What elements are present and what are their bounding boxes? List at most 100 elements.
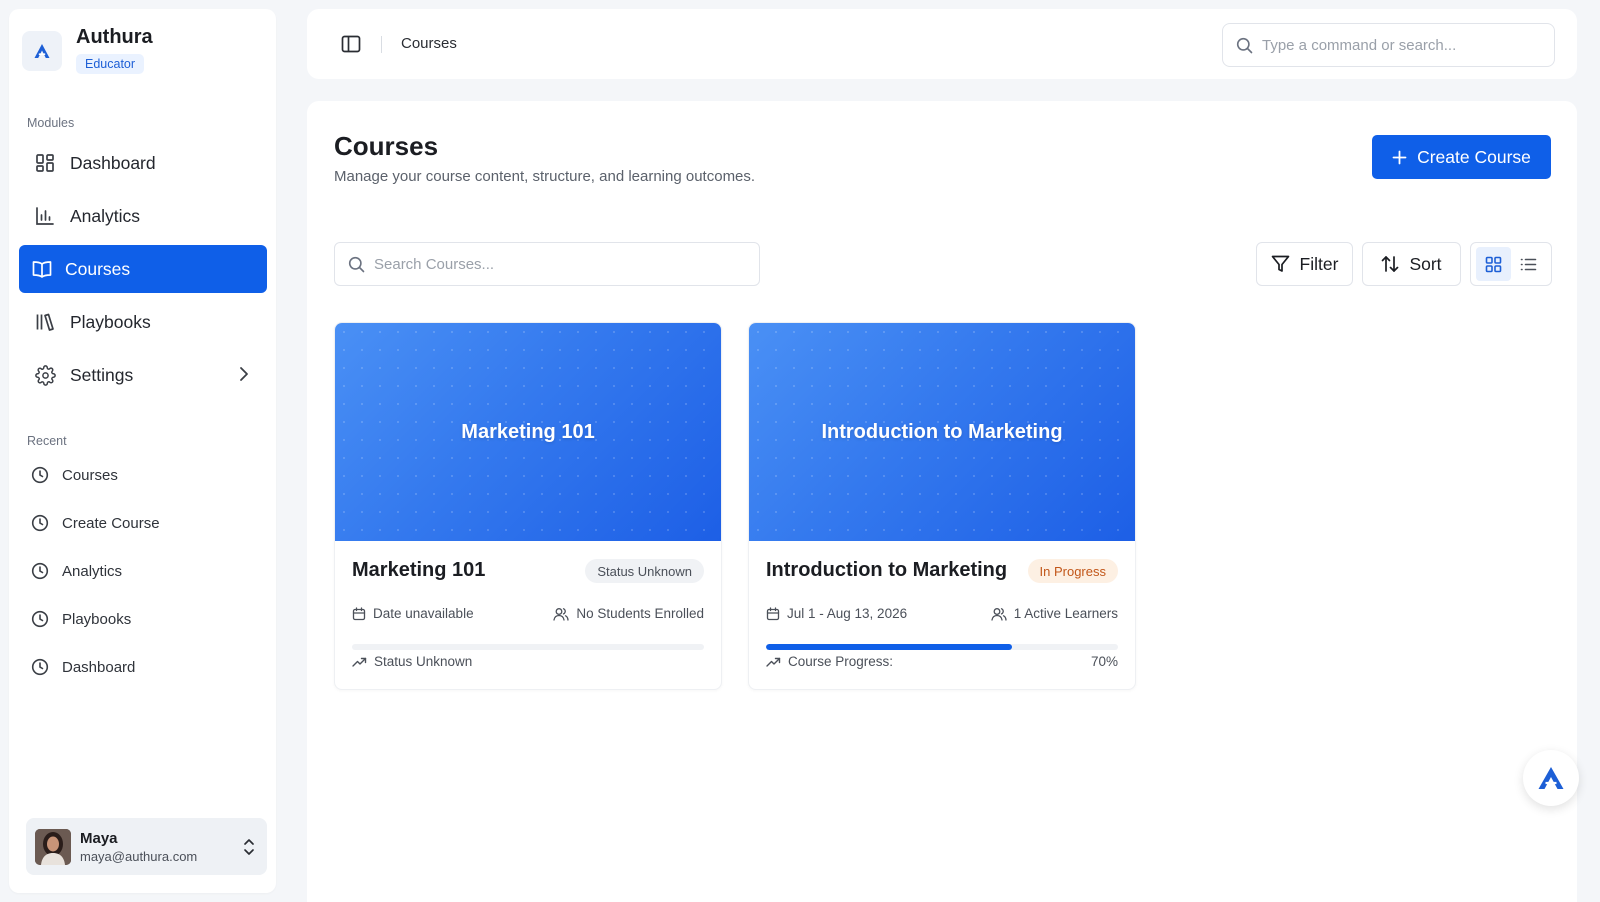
sidebar-item-courses[interactable]: Courses (19, 245, 267, 293)
user-menu[interactable]: Maya maya@authura.com (26, 818, 267, 875)
user-name: Maya (80, 829, 118, 847)
progress-fill (766, 644, 1013, 650)
brand[interactable]: Authura Educator (22, 24, 153, 74)
search-icon (348, 256, 365, 273)
sort-label: Sort (1409, 253, 1442, 274)
course-progress-value: 70% (1090, 654, 1118, 669)
recent-item-label: Dashboard (62, 658, 136, 676)
clock-icon (31, 466, 49, 484)
clock-icon (31, 562, 49, 580)
recent-item-courses[interactable]: Courses (21, 451, 269, 499)
course-students: 1 Active Learners (991, 606, 1118, 621)
calendar-icon (766, 606, 780, 621)
create-course-label: Create Course (1417, 146, 1531, 167)
clock-icon (31, 514, 49, 532)
sidebar-item-label: Analytics (70, 205, 141, 226)
recent-item-label: Courses (62, 466, 118, 484)
status-badge: Status Unknown (585, 559, 704, 583)
command-search-input[interactable] (1262, 36, 1542, 54)
sidebar-item-dashboard[interactable]: Dashboard (19, 139, 267, 187)
recent-item-label: Create Course (62, 514, 160, 532)
gear-icon (34, 364, 56, 386)
sidebar-item-label: Courses (65, 258, 131, 279)
recent-list: Courses Create Course Analytics Playbook… (21, 451, 269, 691)
course-banner: Marketing 101 (335, 323, 721, 541)
users-icon (991, 607, 1007, 621)
course-students-text: 1 Active Learners (1013, 606, 1118, 621)
sidebar-item-label: Playbooks (70, 311, 151, 332)
library-icon (34, 311, 56, 333)
create-course-button[interactable]: Create Course (1372, 135, 1551, 179)
course-card[interactable]: Marketing 101 Marketing 101 Status Unkno… (334, 322, 722, 690)
trending-up-icon (766, 656, 781, 668)
course-progress-label: Course Progress: (766, 654, 893, 669)
recent-item-dashboard[interactable]: Dashboard (21, 643, 269, 691)
grid-icon (34, 152, 56, 174)
app-name: Authura (76, 26, 153, 48)
view-toggle (1470, 242, 1552, 286)
sidebar-nav: Dashboard Analytics Courses Playbooks Se… (19, 139, 267, 404)
users-icon (553, 607, 570, 621)
course-search[interactable] (334, 242, 760, 286)
user-email: maya@authura.com (80, 848, 198, 864)
course-title: Marketing 101 (352, 559, 486, 581)
course-footer-label: Course Progress: (788, 654, 894, 669)
course-date: Date unavailable (352, 606, 474, 621)
sidebar-item-playbooks[interactable]: Playbooks (19, 298, 267, 346)
course-progress-label: Status Unknown (352, 654, 472, 669)
recent-item-playbooks[interactable]: Playbooks (21, 595, 269, 643)
plus-icon (1392, 150, 1407, 165)
assistant-button[interactable] (1523, 750, 1579, 806)
authura-logo-icon (22, 31, 62, 71)
course-title: Introduction to Marketing (766, 559, 1008, 581)
recent-item-label: Playbooks (62, 610, 132, 628)
sidebar-toggle-icon[interactable] (341, 35, 361, 53)
recent-label: Recent (27, 434, 67, 448)
list-view-button[interactable] (1511, 247, 1546, 281)
progress-bar (766, 644, 1118, 650)
trending-up-icon (352, 656, 367, 668)
recent-item-analytics[interactable]: Analytics (21, 547, 269, 595)
command-search[interactable] (1222, 23, 1555, 67)
page-subtitle: Manage your course content, structure, a… (334, 168, 756, 185)
sidebar-item-label: Settings (70, 364, 134, 385)
grid-view-button[interactable] (1476, 247, 1511, 281)
main-content: Courses Manage your course content, stru… (307, 101, 1577, 902)
course-date-text: Date unavailable (373, 606, 474, 621)
progress-bar (352, 644, 704, 650)
status-badge: In Progress (1027, 559, 1118, 583)
sidebar-item-analytics[interactable]: Analytics (19, 192, 267, 240)
course-date: Jul 1 - Aug 13, 2026 (766, 606, 907, 621)
avatar (35, 828, 71, 865)
book-open-icon (31, 258, 53, 280)
recent-item-create-course[interactable]: Create Course (21, 499, 269, 547)
sort-icon (1381, 255, 1399, 273)
recent-item-label: Analytics (62, 562, 123, 580)
course-search-input[interactable] (374, 255, 734, 273)
filter-label: Filter (1299, 253, 1339, 274)
divider (381, 36, 382, 53)
course-footer-label: Status Unknown (374, 654, 473, 669)
clock-icon (31, 610, 49, 628)
chevrons-up-down-icon (243, 838, 255, 861)
clock-icon (31, 658, 49, 676)
course-date-text: Jul 1 - Aug 13, 2026 (787, 606, 908, 621)
sort-button[interactable]: Sort (1362, 242, 1461, 286)
course-card[interactable]: Introduction to Marketing Introduction t… (748, 322, 1136, 690)
filter-button[interactable]: Filter (1256, 242, 1353, 286)
calendar-icon (352, 606, 366, 621)
course-banner-title: Marketing 101 (461, 420, 595, 443)
role-badge: Educator (76, 54, 145, 74)
sidebar-item-label: Dashboard (70, 152, 156, 173)
sidebar-item-settings[interactable]: Settings (19, 351, 267, 399)
search-icon (1236, 37, 1253, 54)
course-banner-title: Introduction to Marketing (821, 420, 1063, 443)
filter-icon (1271, 255, 1290, 273)
course-students: No Students Enrolled (553, 606, 704, 621)
chevron-right-icon (239, 365, 249, 388)
topbar: Courses (307, 9, 1577, 79)
grid-view-icon (1485, 256, 1502, 272)
breadcrumb[interactable]: Courses (401, 35, 457, 52)
modules-label: Modules (27, 116, 75, 130)
course-banner: Introduction to Marketing (749, 323, 1135, 541)
